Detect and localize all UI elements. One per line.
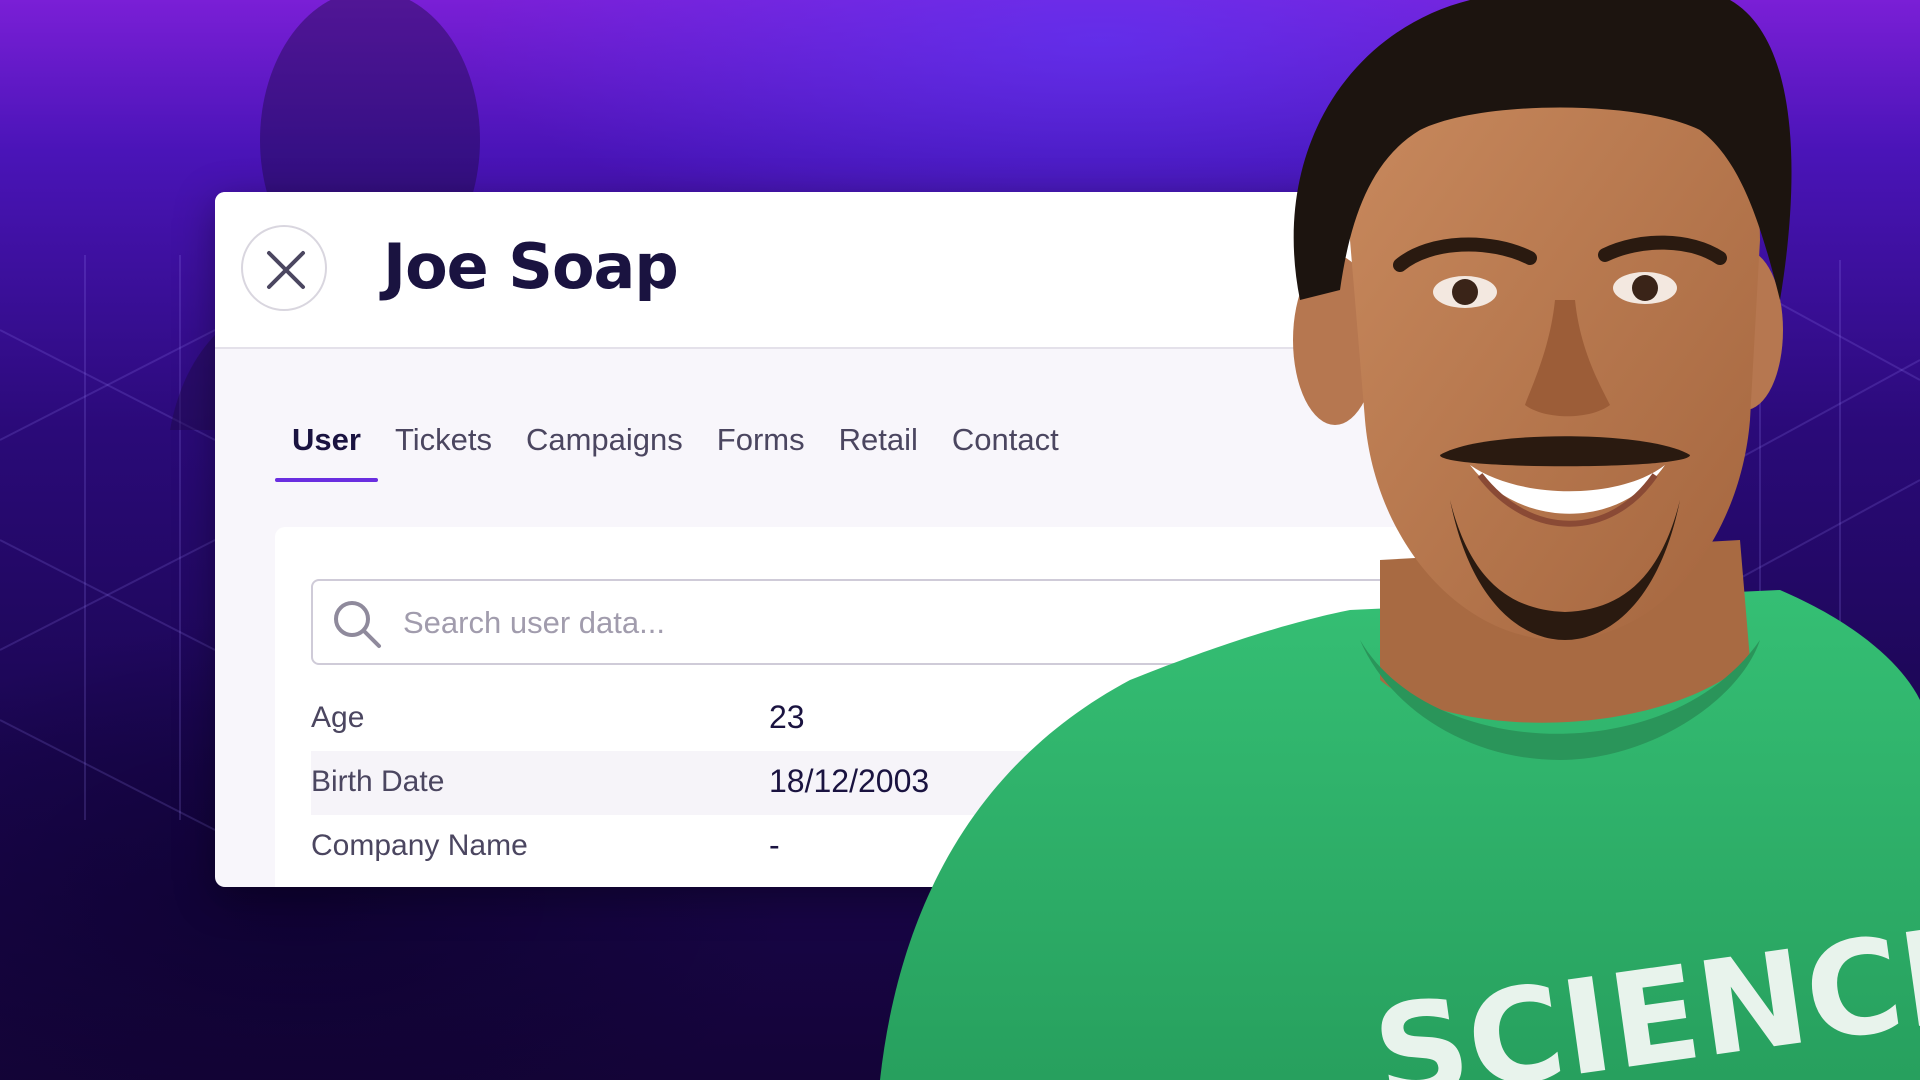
- shirt-print: SCIENCE: [1365, 895, 1920, 1080]
- thumbnail-scene: Joe Soap User Tickets Campaigns Forms Re…: [0, 0, 1920, 1080]
- shirt-text: SCIENCE: [1365, 895, 1920, 1080]
